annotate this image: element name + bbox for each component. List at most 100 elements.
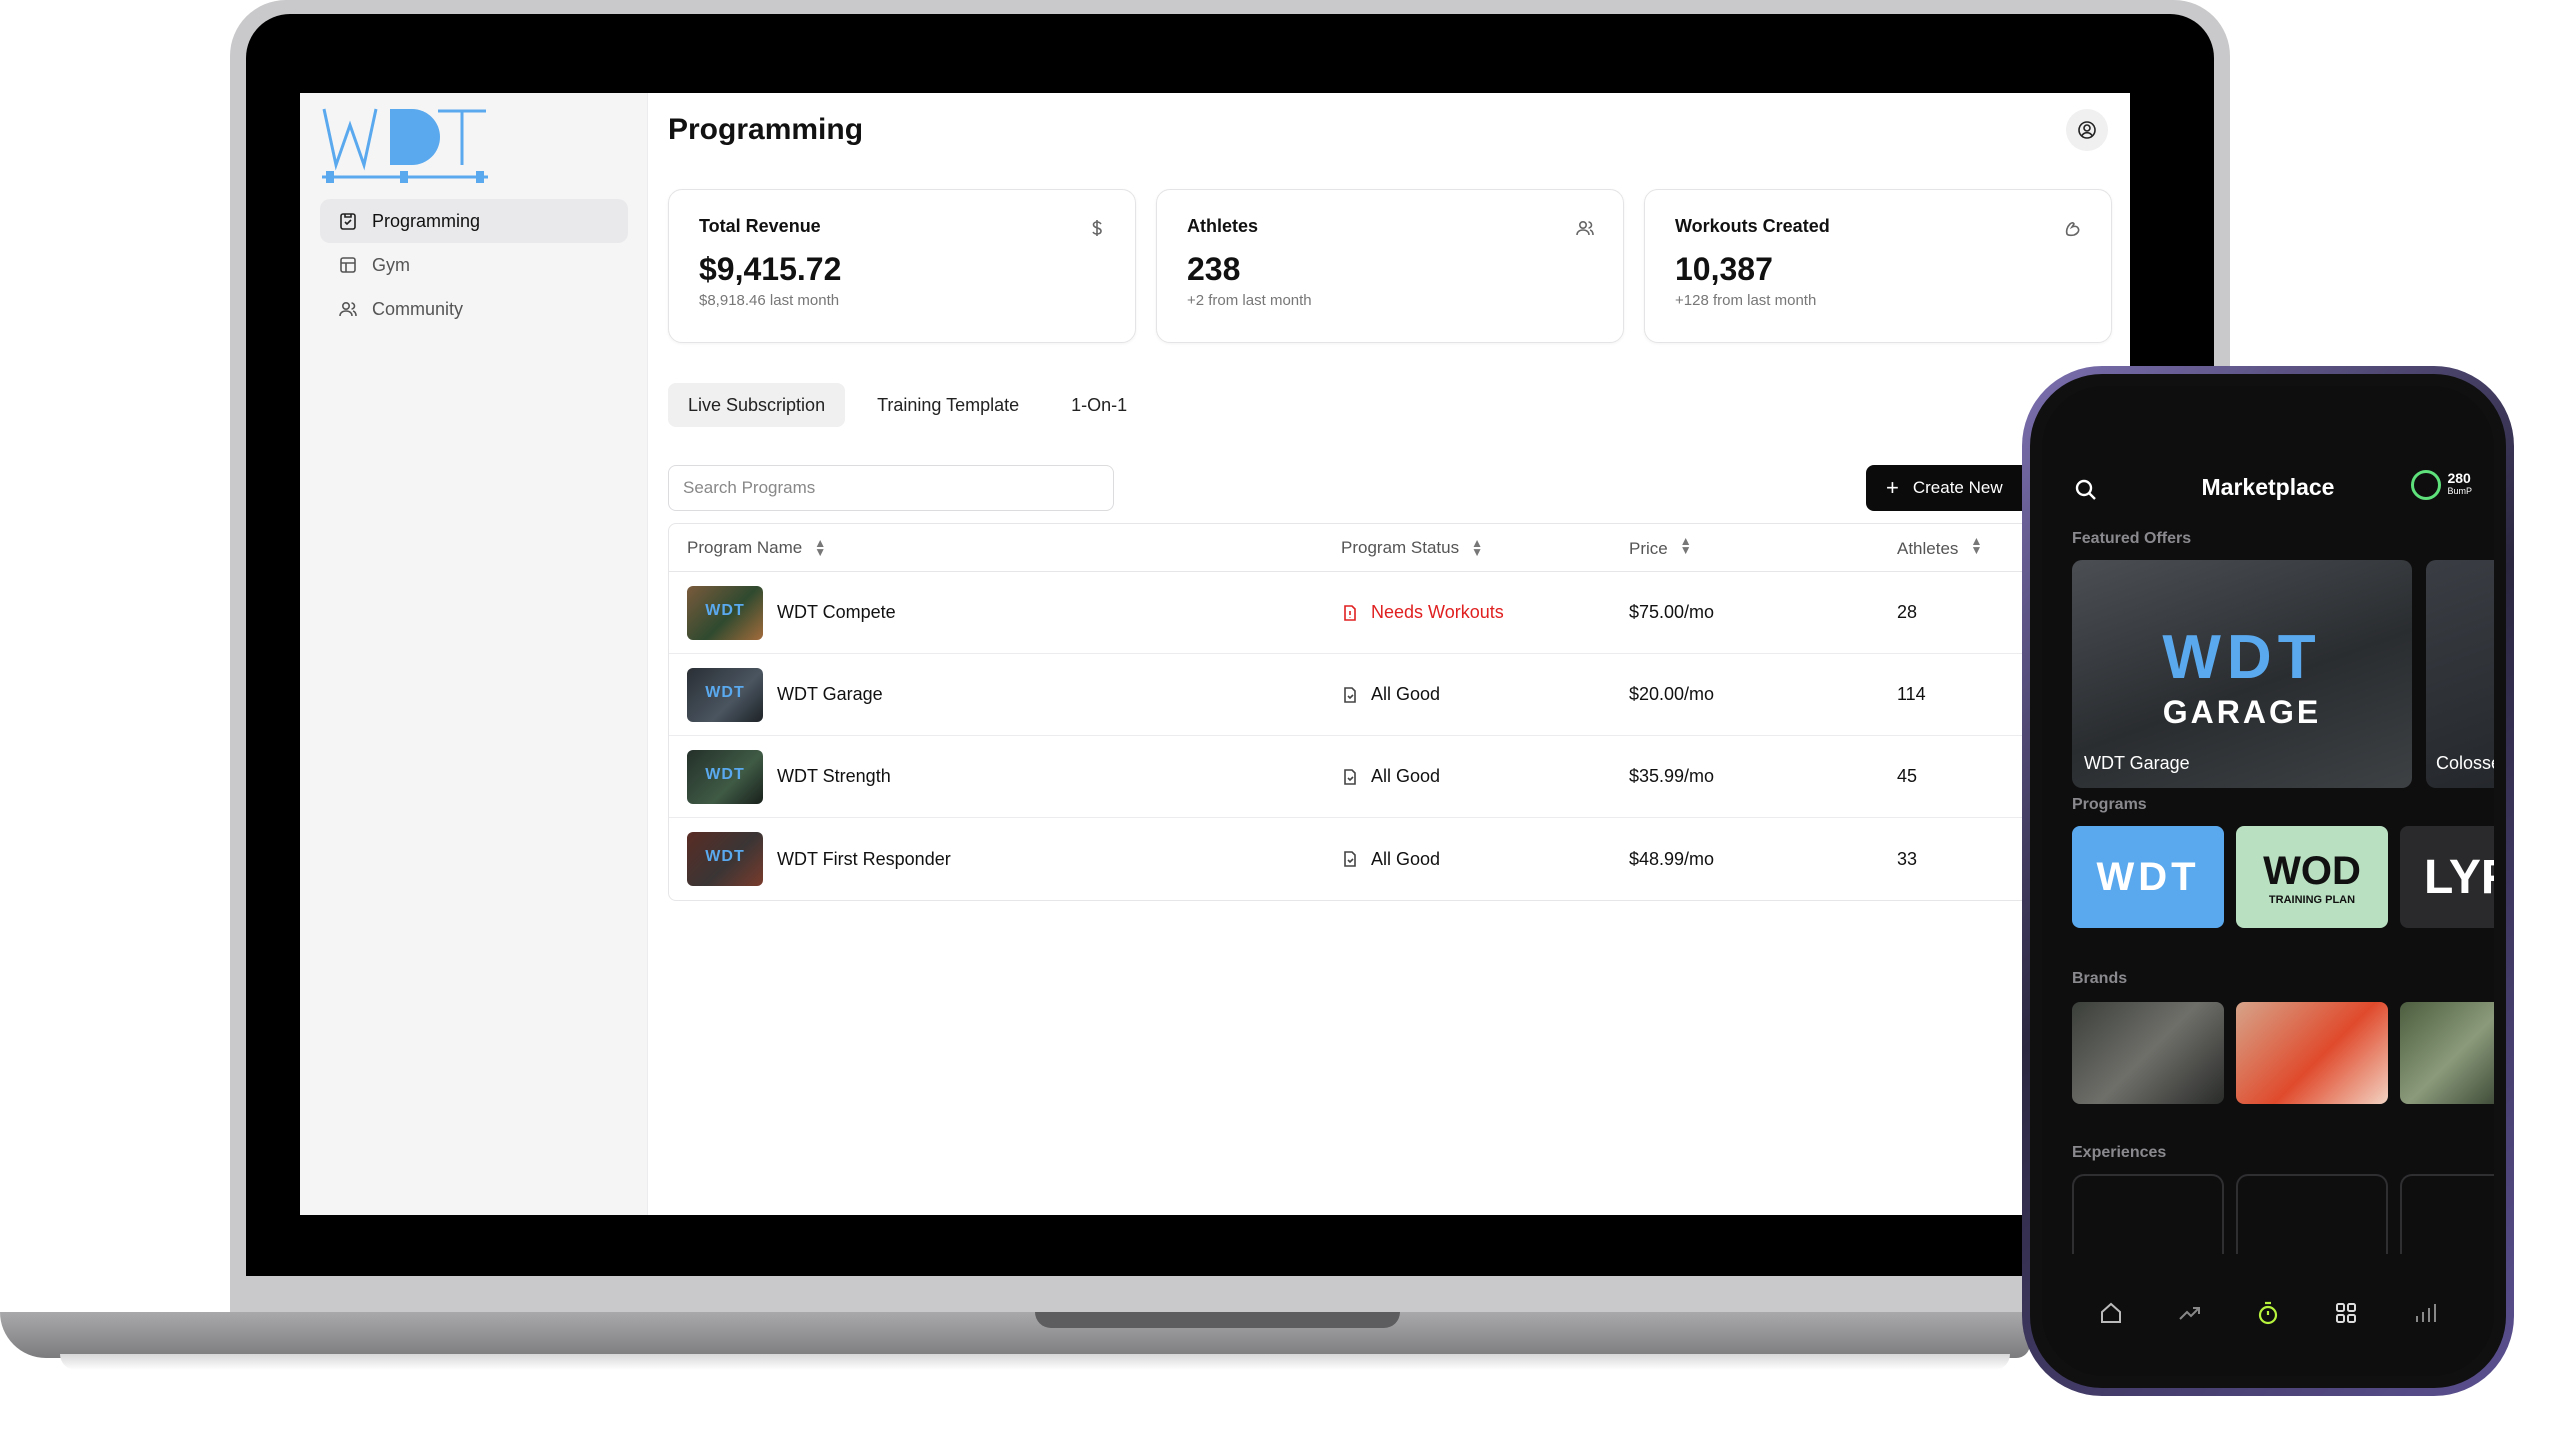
sidebar-nav: Programming Gym Community	[320, 199, 628, 331]
sidebar-item-label: Programming	[372, 210, 481, 231]
section-experiences: Experiences	[2072, 1144, 2167, 1161]
program-tile-lyft[interactable]: LYFT	[2400, 826, 2494, 928]
brand-card-1[interactable]	[2072, 1002, 2224, 1104]
thumb-logo-text: WDT	[705, 765, 745, 783]
laptop-screen: Programming Gym Community Programming To…	[300, 93, 2130, 1215]
column-program-status[interactable]: Program Status ▲ ▼	[1341, 535, 1629, 559]
table-header: Program Name ▲ ▼ Program Status ▲ ▼ Price ▲ ▼ …	[669, 524, 2067, 572]
programming-icon	[340, 213, 356, 230]
column-label: Program Name	[687, 537, 803, 557]
table-row[interactable]: WDT WDT Garage All Good $20.00/mo 114	[669, 654, 2067, 736]
sort-icon: ▲ ▼	[814, 535, 827, 559]
wdt-logo[interactable]	[320, 103, 490, 185]
column-price[interactable]: Price ▲ ▼	[1629, 533, 1897, 559]
section-brands: Brands	[2072, 970, 2128, 987]
program-price: $35.99/mo	[1629, 766, 1715, 786]
column-program-name[interactable]: Program Name ▲ ▼	[669, 535, 1341, 559]
thumb-logo-text: WDT	[705, 683, 745, 701]
program-status: All Good	[1371, 848, 1441, 869]
phone-frame: Marketplace 280 BumP Featured Offers WDT…	[2022, 366, 2514, 1396]
wod-title: WOD	[2263, 848, 2361, 893]
stopwatch-icon[interactable]	[2255, 1300, 2281, 1326]
column-label: Price	[1629, 538, 1668, 558]
file-check-icon	[1344, 768, 1356, 785]
program-tile-wdt[interactable]: WDT	[2072, 826, 2224, 928]
featured-card-colosseum[interactable]: Colosseum	[2426, 560, 2494, 788]
stat-sub: +128 from last month	[1675, 292, 1817, 309]
phone-screen: Marketplace 280 BumP Featured Offers WDT…	[2042, 386, 2494, 1376]
program-name-cell: WDT WDT First Responder	[669, 832, 1341, 886]
phone-tab-bar	[2042, 1266, 2494, 1376]
gym-icon	[340, 257, 356, 273]
program-price: $75.00/mo	[1629, 602, 1715, 622]
stats-cards: Total Revenue $9,415.72 $8,918.46 last m…	[668, 189, 2112, 343]
program-status: All Good	[1371, 684, 1441, 704]
table-row[interactable]: WDT WDT Compete Needs Workouts $75.00/mo…	[669, 572, 2067, 654]
alert-file-icon	[1344, 604, 1356, 621]
column-label: Program Status	[1341, 537, 1460, 557]
program-tile-wod[interactable]: WOD TRAINING PLAN	[2236, 826, 2388, 928]
program-status: Needs Workouts	[1371, 602, 1504, 622]
grid-icon[interactable]	[2333, 1300, 2359, 1326]
stat-card-workouts: Workouts Created 10,387 +128 from last m…	[1644, 189, 2112, 343]
tab-live-subscription[interactable]: Live Subscription	[668, 383, 846, 427]
sidebar-item-community[interactable]: Community	[320, 287, 628, 331]
thumb-logo-text: WDT	[705, 601, 745, 619]
dollar-icon	[1092, 220, 1102, 236]
featured-art-text: GARAGE	[2162, 694, 2322, 730]
program-name-cell: WDT WDT Compete	[669, 585, 1341, 640]
program-name: WDT Strength	[777, 766, 891, 786]
phone-bezel: Marketplace 280 BumP Featured Offers WDT…	[2030, 374, 2506, 1388]
points-badge[interactable]: 280 BumP	[2411, 470, 2472, 500]
create-new-button[interactable]: + Create New	[1866, 465, 2036, 511]
page-title: Programming	[668, 113, 864, 146]
program-status-cell: All Good	[1341, 684, 1629, 705]
account-button[interactable]	[2066, 109, 2108, 151]
experience-card-1[interactable]	[2072, 1174, 2224, 1254]
stat-sub: $8,918.46 last month	[699, 292, 840, 309]
featured-card-wdt-garage[interactable]: WDT GARAGE WDT Garage	[2072, 560, 2412, 788]
tab-training-template[interactable]: Training Template	[857, 383, 1039, 427]
featured-logo-text: WDT	[2162, 623, 2322, 692]
program-name-cell: WDT WDT Strength	[669, 749, 1341, 804]
stat-value: $9,415.72	[699, 251, 842, 287]
program-thumbnail: WDT	[687, 749, 763, 804]
program-thumbnail: WDT	[687, 832, 763, 886]
users-icon	[1576, 220, 1594, 236]
column-label: Athletes	[1897, 538, 1959, 558]
table-row[interactable]: WDT WDT First Responder All Good $48.99/…	[669, 818, 2067, 900]
program-tabs: Live Subscription Training Template 1-On…	[668, 383, 1147, 427]
program-status: All Good	[1371, 766, 1441, 786]
experience-card-2[interactable]	[2236, 1174, 2388, 1254]
stat-card-revenue: Total Revenue $9,415.72 $8,918.46 last m…	[668, 189, 1136, 343]
sidebar: Programming Gym Community	[300, 93, 648, 1215]
trending-icon[interactable]	[2177, 1300, 2203, 1326]
stats-icon[interactable]	[2412, 1300, 2438, 1326]
experience-card-3[interactable]	[2400, 1174, 2494, 1254]
sort-icon: ▲ ▼	[1679, 533, 1692, 557]
search-programs-input[interactable]: Search Programs	[668, 465, 1114, 511]
wod-subtitle: TRAINING PLAN	[2268, 893, 2356, 906]
tab-one-on-one[interactable]: 1-On-1	[1051, 383, 1147, 427]
program-thumbnail: WDT	[687, 667, 763, 722]
sidebar-item-gym[interactable]: Gym	[320, 243, 628, 287]
program-name: WDT Compete	[777, 602, 896, 622]
programs-table: Program Name ▲ ▼ Program Status ▲ ▼ Price ▲ ▼ …	[668, 523, 2068, 901]
sidebar-item-programming[interactable]: Programming	[320, 199, 628, 243]
table-row[interactable]: WDT WDT Strength All Good $35.99/mo 45	[669, 736, 2067, 818]
plus-icon: +	[1886, 475, 1899, 500]
main-content: Programming Total Revenue $9,415.72 $8,9…	[648, 93, 2130, 1215]
thumb-logo-text: WDT	[705, 848, 745, 865]
stat-label: Workouts Created	[1675, 216, 1830, 236]
sort-icon: ▲ ▼	[1471, 535, 1483, 559]
brand-card-3[interactable]	[2400, 1002, 2494, 1104]
home-icon[interactable]	[2098, 1300, 2124, 1326]
file-check-icon	[1344, 686, 1356, 703]
program-thumbnail: WDT	[687, 585, 763, 640]
program-price: $48.99/mo	[1629, 848, 1715, 869]
muscle-icon	[2065, 222, 2080, 237]
brand-card-2[interactable]	[2236, 1002, 2388, 1104]
program-price: $20.00/mo	[1629, 684, 1715, 704]
marketing-mockup: Programming Gym Community Programming To…	[0, 0, 2560, 1442]
program-status-cell: All Good	[1341, 766, 1629, 787]
